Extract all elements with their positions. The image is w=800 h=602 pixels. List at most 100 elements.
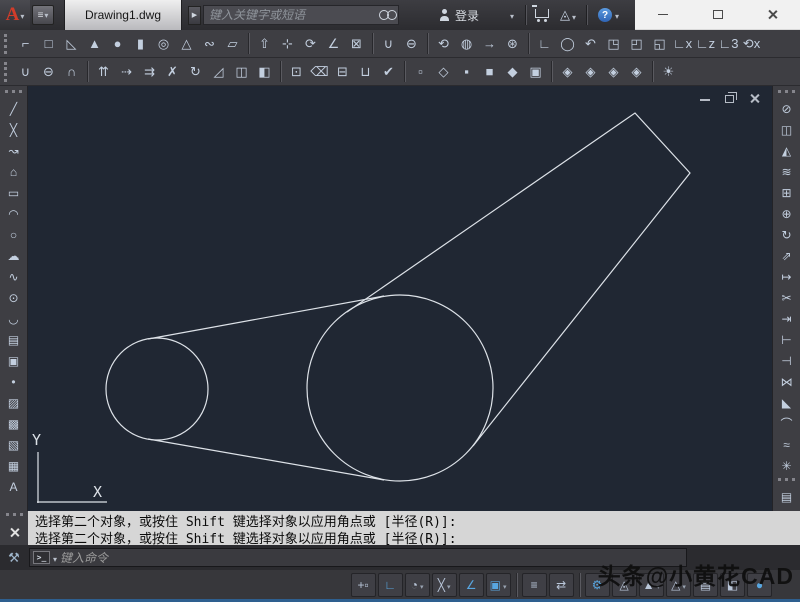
rotate-faces-icon[interactable]: ↻ [184,60,207,83]
move-icon[interactable]: ⊕ [775,203,799,224]
tangent-top[interactable] [147,295,385,340]
object-snap-icon[interactable]: ▣ [485,572,511,597]
box-icon[interactable]: □ [37,32,60,55]
ucs-icon[interactable]: ∟ [533,32,556,55]
free-orbit-icon[interactable]: ◍ [455,32,478,55]
table-icon[interactable]: ▦ [2,455,26,476]
vs-shaded-icon[interactable]: ▣ [524,60,547,83]
vs-realistic-icon[interactable]: ■ [478,60,501,83]
mirror-icon[interactable]: ◭ [775,140,799,161]
vs-wireframe-icon[interactable]: ◇ [432,60,455,83]
drawing-viewport[interactable]: YX [28,86,772,511]
close-button[interactable] [745,0,800,29]
move-faces-icon[interactable]: ⇢ [115,60,138,83]
union-icon[interactable]: ∪ [377,32,400,55]
ucs-x-icon[interactable]: ∟x [671,32,694,55]
check-icon[interactable]: ✔ [377,60,400,83]
planar-surface-icon[interactable]: ▱ [221,32,244,55]
wedge-icon[interactable]: ◺ [60,32,83,55]
ucs-apply-icon[interactable]: ⟲x [740,32,763,55]
intersect-icon[interactable]: ∩ [60,60,83,83]
taper-faces-icon[interactable]: ◿ [207,60,230,83]
break-icon[interactable]: ⊣ [775,350,799,371]
store-cart-icon[interactable] [532,5,550,22]
polyline-icon[interactable]: ↝ [2,140,26,161]
autodesk360-button[interactable] [555,7,581,23]
region-icon[interactable]: ▧ [2,434,26,455]
3d-align-icon[interactable]: ∠ [322,32,345,55]
delete-faces-icon[interactable]: ✗ [161,60,184,83]
ucs-z-icon[interactable]: ∟3 [717,32,740,55]
search-input[interactable] [204,6,378,24]
explode-icon[interactable]: ✳ [775,455,799,476]
chamfer-icon[interactable]: ◣ [775,392,799,413]
help-button[interactable] [592,6,625,24]
3d-move-icon[interactable]: ⊹ [276,32,299,55]
hatch-icon[interactable]: ▨ [2,392,26,413]
copy-icon[interactable]: ◫ [775,119,799,140]
scale-icon[interactable]: ⇗ [775,245,799,266]
application-menu-button[interactable]: A [0,0,30,30]
snap-mode-icon[interactable]: +▫ [350,572,376,597]
small-circle[interactable] [105,337,209,441]
cone-icon[interactable]: ▲ [83,32,106,55]
properties-palette-icon[interactable]: ▤ [775,486,799,507]
union-icon[interactable]: ∪ [14,60,37,83]
shell-icon[interactable]: ⊔ [354,60,377,83]
offset-faces-icon[interactable]: ⇉ [138,60,161,83]
toolbar-grip[interactable] [5,513,23,518]
erase-icon[interactable]: ⊘ [775,98,799,119]
drawing-minimize-icon[interactable] [700,99,710,101]
drawing-canvas[interactable]: YX [28,86,772,511]
insert-block-icon[interactable]: ▤ [2,329,26,350]
search-expand-icon[interactable] [188,5,201,25]
ucs-previous-icon[interactable]: ↶ [579,32,602,55]
stretch-icon[interactable]: ↦ [775,266,799,287]
ellipse-arc-icon[interactable]: ◡ [2,308,26,329]
color-faces-icon[interactable]: ◧ [253,60,276,83]
quick-access-toolbar-button[interactable] [32,5,54,25]
polysolid-icon[interactable]: ⌐ [14,32,37,55]
pyramid-icon[interactable]: △ [175,32,198,55]
array-icon[interactable]: ⊞ [775,182,799,203]
presspull-icon[interactable]: ⇧ [253,32,276,55]
extend-icon[interactable]: ⇥ [775,308,799,329]
torus-icon[interactable]: ◎ [152,32,175,55]
large-circle[interactable] [306,294,494,482]
command-prompt-icon[interactable] [33,551,50,564]
gradient-icon[interactable]: ▩ [2,413,26,434]
chevron-down-icon[interactable] [53,549,57,567]
drawing-close-icon[interactable] [749,93,759,103]
blend-curves-icon[interactable]: ≈ [775,434,799,455]
arm-outline[interactable] [346,112,691,447]
toolbar-grip[interactable] [778,478,795,483]
toolbar-grip[interactable] [4,61,10,82]
extrude-faces-icon[interactable]: ⇈ [92,60,115,83]
polar-tracking-icon[interactable]: ∠ [458,572,484,597]
render-icon[interactable]: ☀ [657,60,680,83]
steering-wheel-icon[interactable]: ⊛ [501,32,524,55]
ucs-face-icon[interactable]: ◳ [602,32,625,55]
render-window-icon[interactable]: ◈ [602,60,625,83]
circle-icon[interactable]: ○ [2,224,26,245]
break-at-point-icon[interactable]: ⊢ [775,329,799,350]
3d-rotate-icon[interactable]: ⟳ [299,32,322,55]
rectangle-icon[interactable]: ▭ [2,182,26,203]
vs-hidden-icon[interactable]: ▪ [455,60,478,83]
drawing-restore-icon[interactable] [725,92,737,103]
join-icon[interactable]: ⋈ [775,371,799,392]
helix-icon[interactable]: ∾ [198,32,221,55]
multiline-text-icon[interactable]: A [2,476,26,497]
subtract-icon[interactable]: ⊖ [400,32,423,55]
toolbar-grip[interactable] [778,90,795,95]
cylinder-icon[interactable]: ▮ [129,32,152,55]
minimize-button[interactable] [635,0,690,29]
imprint-icon[interactable]: ⊡ [285,60,308,83]
3d-orbit-icon[interactable]: ⟲ [432,32,455,55]
separate-icon[interactable]: ⊟ [331,60,354,83]
arc-icon[interactable]: ◠ [2,203,26,224]
render-crop-icon[interactable]: ◈ [579,60,602,83]
create-block-icon[interactable]: ▣ [2,350,26,371]
maximize-button[interactable] [690,0,745,29]
subtract-icon[interactable]: ⊖ [37,60,60,83]
